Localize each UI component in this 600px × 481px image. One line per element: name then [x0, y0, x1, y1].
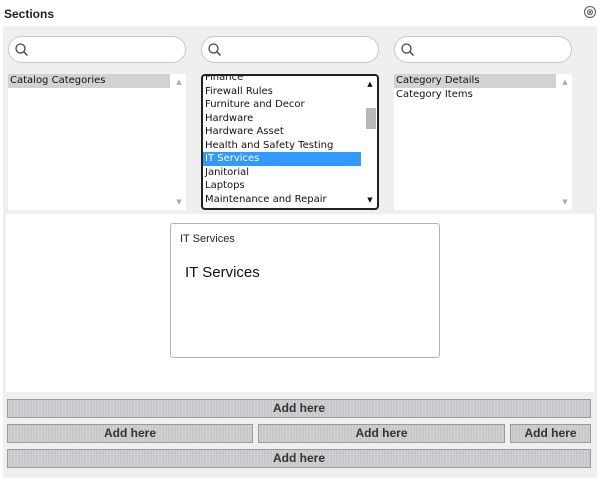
- search-icon: [15, 43, 28, 56]
- search-input-catalog[interactable]: [33, 40, 173, 59]
- list-item[interactable]: Finance: [203, 76, 361, 85]
- search-input-categories[interactable]: [226, 40, 366, 59]
- add-here-bar-full-bottom[interactable]: Add here: [7, 449, 591, 468]
- search-box-catalog[interactable]: [8, 36, 186, 63]
- scroll-down-arrow-icon[interactable]: ▼: [172, 196, 186, 208]
- categories-list[interactable]: Finance Firewall Rules Furniture and Dec…: [201, 74, 379, 210]
- list-item[interactable]: Maintenance and Repair: [203, 193, 361, 207]
- add-here-bar-left[interactable]: Add here: [7, 424, 253, 443]
- sections-panel: Catalog Categories ▲ ▼ Finance Firewall …: [3, 26, 597, 478]
- search-box-details[interactable]: [394, 36, 572, 63]
- scroll-up-arrow-icon[interactable]: ▲: [363, 78, 377, 90]
- scroll-down-arrow-icon[interactable]: ▼: [363, 194, 377, 206]
- search-input-details[interactable]: [419, 40, 559, 59]
- list-item[interactable]: Health and Safety Testing: [203, 139, 361, 153]
- list-item[interactable]: Firewall Rules: [203, 85, 361, 99]
- list-item[interactable]: Furniture and Decor: [203, 98, 361, 112]
- preview-large-title: IT Services: [185, 264, 260, 281]
- catalog-list-scrollbar[interactable]: ▲ ▼: [172, 74, 186, 210]
- preview-card: IT Services IT Services: [170, 223, 440, 358]
- scroll-up-arrow-icon[interactable]: ▲: [172, 76, 186, 88]
- preview-area: IT Services IT Services: [6, 214, 594, 392]
- details-list-scrollbar[interactable]: ▲ ▼: [558, 74, 572, 210]
- search-box-categories[interactable]: [201, 36, 379, 63]
- close-icon[interactable]: ⊗: [584, 6, 596, 18]
- catalog-list[interactable]: Catalog Categories ▲ ▼: [8, 74, 186, 210]
- scrollbar-thumb[interactable]: [366, 108, 376, 129]
- list-item-category-items[interactable]: Category Items: [394, 88, 556, 102]
- list-item[interactable]: Janitorial: [203, 166, 361, 180]
- search-icon: [208, 43, 221, 56]
- list-item-category-details[interactable]: Category Details: [394, 74, 556, 88]
- details-list[interactable]: Category Details Category Items ▲ ▼: [394, 74, 572, 210]
- scroll-up-arrow-icon[interactable]: ▲: [558, 76, 572, 88]
- add-here-bar-middle[interactable]: Add here: [258, 424, 505, 443]
- dialog-title: Sections: [4, 7, 55, 21]
- list-item[interactable]: Hardware Asset: [203, 125, 361, 139]
- preview-small-title: IT Services: [180, 233, 235, 245]
- dialog-header: Sections ⊗: [0, 0, 600, 26]
- add-here-bar-right[interactable]: Add here: [510, 424, 591, 443]
- list-item[interactable]: Hardware: [203, 112, 361, 126]
- list-item-catalog-categories[interactable]: Catalog Categories: [8, 74, 170, 88]
- add-here-bar-full-top[interactable]: Add here: [7, 399, 591, 418]
- list-item[interactable]: Laptops: [203, 179, 361, 193]
- categories-list-scrollbar[interactable]: ▲ ▼: [363, 76, 377, 208]
- scroll-down-arrow-icon[interactable]: ▼: [558, 196, 572, 208]
- list-item-selected[interactable]: IT Services: [203, 152, 361, 166]
- search-icon: [401, 43, 414, 56]
